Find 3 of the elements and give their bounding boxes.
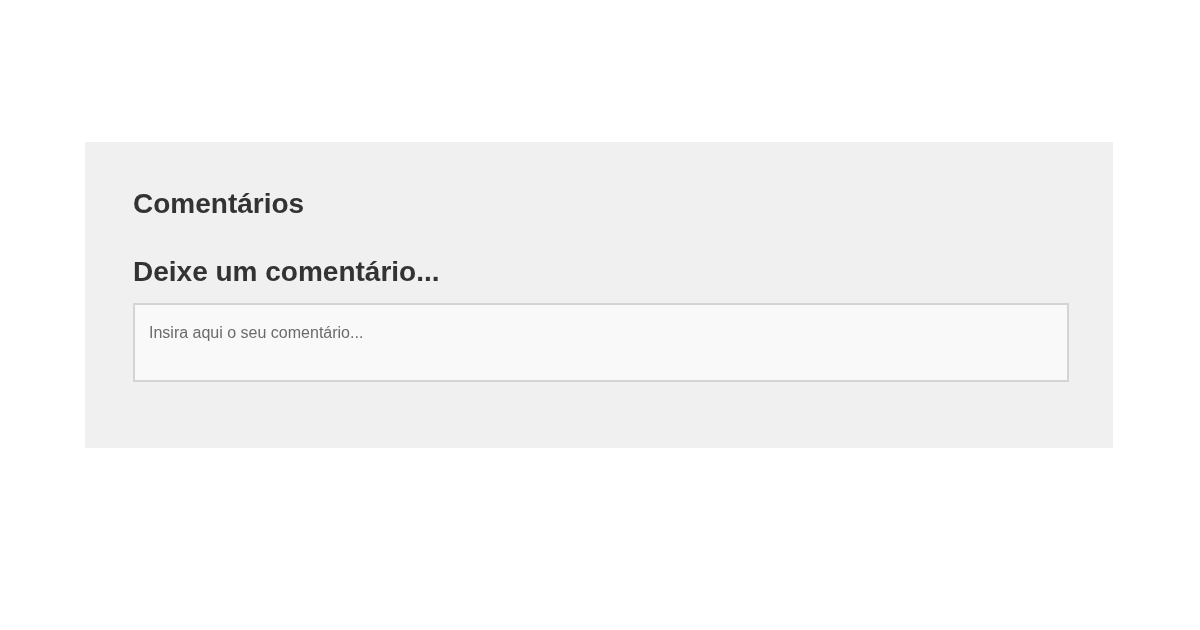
comment-field[interactable]: Insira aqui o seu comentário... <box>133 303 1069 382</box>
form-title: Deixe um comentário... <box>133 255 441 289</box>
section-title: Comentários <box>133 187 306 221</box>
